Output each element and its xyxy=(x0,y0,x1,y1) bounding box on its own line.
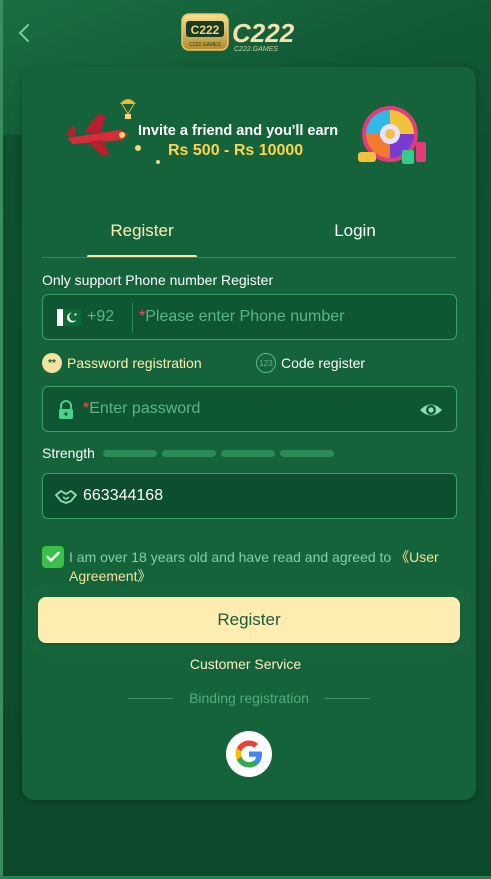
phone-field[interactable]: +92 *Please enter Phone number xyxy=(42,294,457,340)
tab-login[interactable]: Login xyxy=(300,215,410,259)
customer-service-link[interactable]: Customer Service xyxy=(0,656,491,672)
checkmark-icon xyxy=(46,551,60,563)
phone-input[interactable]: *Please enter Phone number xyxy=(139,308,344,326)
strength-bar-3 xyxy=(221,450,275,457)
invite-code-field[interactable]: 663344168 xyxy=(42,473,457,519)
agreement-text: I am over 18 years old and have read and… xyxy=(69,548,459,586)
pakistan-flag-icon xyxy=(57,309,81,326)
chevron-left-icon xyxy=(18,24,29,42)
eye-icon[interactable] xyxy=(418,399,444,421)
password-mode-label: Password registration xyxy=(67,355,202,371)
google-icon xyxy=(235,740,262,768)
airplane-icon xyxy=(66,114,128,156)
binding-registration: Binding registration xyxy=(128,690,370,708)
tab-register[interactable]: Register xyxy=(87,215,197,259)
binding-label: Binding registration xyxy=(189,690,309,706)
banner-reward-range: Rs 500 - Rs 10000 xyxy=(168,142,304,159)
register-note: Only support Phone number Register xyxy=(42,272,274,288)
svg-text:C222.GAMES: C222.GAMES xyxy=(189,42,221,48)
tabs-divider xyxy=(42,257,456,258)
register-button[interactable]: Register xyxy=(38,597,460,643)
handshake-icon xyxy=(55,490,77,504)
lock-icon xyxy=(59,400,73,419)
password-field[interactable]: *Enter password xyxy=(42,386,457,432)
password-registration-option[interactable]: ** Password registration xyxy=(42,353,202,373)
code-mode-label: Code register xyxy=(281,355,366,371)
phone-placeholder: Please enter Phone number xyxy=(145,308,345,325)
strength-bar-1 xyxy=(103,450,157,457)
brand-logo: C222 C222.GAMES C222 C222.GAMES xyxy=(180,12,320,54)
country-code[interactable]: +92 xyxy=(87,308,114,326)
google-login-button[interactable] xyxy=(226,731,272,777)
agree-checkbox[interactable] xyxy=(42,546,64,568)
svg-text:C222.GAMES: C222.GAMES xyxy=(234,46,278,53)
strength-bar-2 xyxy=(162,450,216,457)
password-mode-icon: ** xyxy=(42,353,62,373)
svg-text:C222: C222 xyxy=(232,18,295,48)
left-edge xyxy=(0,0,3,879)
strength-bar-4 xyxy=(280,450,334,457)
invite-code-input[interactable]: 663344168 xyxy=(83,487,163,505)
code-mode-icon: 123 xyxy=(256,353,276,373)
prize-wheel-icon xyxy=(358,106,426,164)
country-code-divider xyxy=(132,303,133,333)
password-input[interactable]: *Enter password xyxy=(83,400,200,418)
back-button[interactable] xyxy=(12,20,36,46)
password-placeholder: Enter password xyxy=(89,400,201,417)
registration-mode: ** Password registration 123 Code regist… xyxy=(42,353,457,375)
agreement: I am over 18 years old and have read and… xyxy=(42,546,456,588)
svg-text:C222: C222 xyxy=(191,23,220,37)
agreement-statement: I am over 18 years old and have read and… xyxy=(69,549,396,565)
code-register-option[interactable]: 123 Code register xyxy=(256,353,365,373)
strength-label: Strength xyxy=(42,445,95,461)
banner-headline: Invite a friend and you'll earn xyxy=(138,123,339,139)
parachute-icon xyxy=(120,99,136,119)
